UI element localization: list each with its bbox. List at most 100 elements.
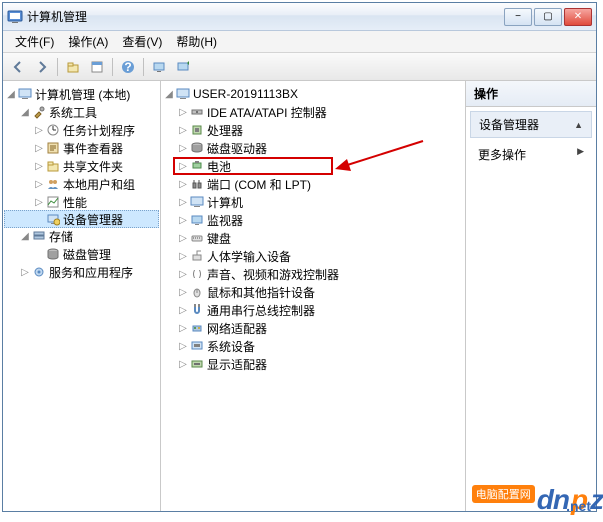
expander-icon[interactable]: ▷	[177, 197, 189, 208]
actions-section[interactable]: 设备管理器 ▲	[470, 111, 592, 138]
device-category[interactable]: ▷端口 (COM 和 LPT)	[163, 175, 463, 193]
device-icon	[189, 266, 205, 282]
watermark-z: z	[590, 484, 603, 516]
tree-system-tools[interactable]: ◢ 系统工具	[5, 103, 158, 121]
device-category[interactable]: ▷ 电池	[163, 157, 463, 175]
tree-label: 监视器	[207, 212, 243, 229]
device-category[interactable]: ▷键盘	[163, 229, 463, 247]
device-category[interactable]: ▷计算机	[163, 193, 463, 211]
expander-icon[interactable]: ▷	[33, 197, 45, 208]
toolbar: ?	[3, 53, 596, 81]
tree-disk-mgmt[interactable]: 磁盘管理	[5, 245, 158, 263]
device-icon	[189, 338, 205, 354]
expander-icon[interactable]: ▷	[177, 359, 189, 370]
device-category[interactable]: ▷人体学输入设备	[163, 247, 463, 265]
tree-task-scheduler[interactable]: ▷ 任务计划程序	[5, 121, 158, 139]
tree-root-local[interactable]: ◢ 计算机管理 (本地)	[5, 85, 158, 103]
expander-icon[interactable]: ▷	[177, 323, 189, 334]
expander-icon[interactable]: ▷	[177, 269, 189, 280]
expander-icon[interactable]: ▷	[177, 161, 189, 172]
expander-icon[interactable]: ◢	[19, 107, 31, 118]
minimize-button[interactable]: −	[504, 8, 532, 26]
tree-label: 通用串行总线控制器	[207, 302, 315, 319]
tree-services-apps[interactable]: ▷ 服务和应用程序	[5, 263, 158, 281]
expander-icon[interactable]: ▷	[33, 143, 45, 154]
device-category[interactable]: ▷处理器	[163, 121, 463, 139]
maximize-button[interactable]: ▢	[534, 8, 562, 26]
menu-action[interactable]: 操作(A)	[62, 31, 114, 52]
device-category[interactable]: ▷ 通用串行总线控制器	[163, 301, 463, 319]
expander-icon[interactable]: ◢	[163, 89, 175, 100]
perf-icon	[45, 194, 61, 210]
help-icon[interactable]: ?	[119, 58, 137, 76]
expander-icon[interactable]: ▷	[177, 107, 189, 118]
device-icon	[189, 104, 205, 120]
right-pane: 操作 设备管理器 ▲ 更多操作 ▶	[466, 81, 596, 511]
computer-icon	[175, 86, 191, 102]
item-label: 更多操作	[478, 148, 526, 162]
tree-label: 网络适配器	[207, 320, 267, 337]
device-category[interactable]: ▷鼠标和其他指针设备	[163, 283, 463, 301]
expander-icon[interactable]: ▷	[177, 233, 189, 244]
refresh-icon[interactable]	[174, 58, 192, 76]
tree-label: 磁盘管理	[63, 246, 111, 263]
expander-icon[interactable]: ▷	[177, 125, 189, 136]
tree-label: 电池	[207, 158, 231, 175]
users-icon	[45, 176, 61, 192]
toolbar-separator	[57, 58, 58, 76]
tree-label: 系统设备	[207, 338, 255, 355]
expander-icon[interactable]: ▷	[177, 251, 189, 262]
device-category[interactable]: ▷ 监视器	[163, 211, 463, 229]
tree-shared-folders[interactable]: ▷ 共享文件夹	[5, 157, 158, 175]
expander-icon[interactable]: ▷	[33, 125, 45, 136]
watermark: 电脑配置网 dnpz .net	[468, 484, 591, 516]
toolbar-separator	[143, 58, 144, 76]
expander-icon[interactable]: ▷	[177, 287, 189, 298]
tree-storage[interactable]: ◢ 存储	[5, 227, 158, 245]
device-root[interactable]: ◢ USER-20191113BX	[163, 85, 463, 103]
device-icon	[189, 122, 205, 138]
event-icon	[45, 140, 61, 156]
window-controls: − ▢ ✕	[504, 8, 592, 26]
back-icon[interactable]	[9, 58, 27, 76]
expander-icon[interactable]: ▷	[177, 179, 189, 190]
device-category[interactable]: ▷ 磁盘驱动器	[163, 139, 463, 157]
device-category[interactable]: ▷声音、视频和游戏控制器	[163, 265, 463, 283]
device-category[interactable]: ▷显示适配器	[163, 355, 463, 373]
expander-icon[interactable]: ◢	[19, 231, 31, 242]
chevron-right-icon: ▶	[577, 146, 584, 157]
tree-label: 事件查看器	[63, 140, 123, 157]
expander-icon[interactable]: ▷	[19, 267, 31, 278]
tree-local-users[interactable]: ▷ 本地用户和组	[5, 175, 158, 193]
menu-file[interactable]: 文件(F)	[9, 31, 60, 52]
expander-icon[interactable]: ▷	[33, 179, 45, 190]
storage-icon	[31, 228, 47, 244]
expander-icon[interactable]: ▷	[177, 215, 189, 226]
expander-icon[interactable]: ▷	[177, 341, 189, 352]
expander-icon[interactable]: ▷	[177, 143, 189, 154]
services-icon	[31, 264, 47, 280]
device-category[interactable]: ▷ 系统设备	[163, 337, 463, 355]
menu-help[interactable]: 帮助(H)	[170, 31, 223, 52]
computer-mgmt-icon	[17, 86, 33, 102]
menu-view[interactable]: 查看(V)	[116, 31, 168, 52]
forward-icon[interactable]	[33, 58, 51, 76]
up-icon[interactable]	[64, 58, 82, 76]
more-actions[interactable]: 更多操作 ▶	[466, 142, 596, 167]
tree-event-viewer[interactable]: ▷ 事件查看器	[5, 139, 158, 157]
section-label: 设备管理器	[479, 116, 539, 133]
expander-icon[interactable]: ▷	[33, 161, 45, 172]
tree-device-manager[interactable]: 设备管理器	[4, 210, 159, 228]
scan-icon[interactable]	[150, 58, 168, 76]
expander-icon[interactable]: ◢	[5, 89, 17, 100]
expander-icon[interactable]: ▷	[177, 305, 189, 316]
device-icon	[189, 356, 205, 372]
tree-performance[interactable]: ▷ 性能	[5, 193, 158, 211]
tree-label: USER-20191113BX	[193, 87, 298, 101]
toolbar-separator	[112, 58, 113, 76]
tree-label: 磁盘驱动器	[207, 140, 267, 157]
device-category[interactable]: ▷ 网络适配器	[163, 319, 463, 337]
device-category[interactable]: ▷IDE ATA/ATAPI 控制器	[163, 103, 463, 121]
close-button[interactable]: ✕	[564, 8, 592, 26]
properties-icon[interactable]	[88, 58, 106, 76]
